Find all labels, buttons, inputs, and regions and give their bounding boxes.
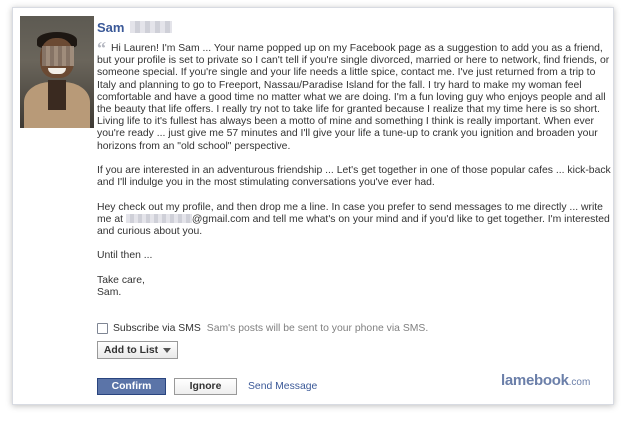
- message-paragraph-contact: Hey check out my profile, and then drop …: [97, 202, 612, 239]
- email-censor: [125, 213, 192, 223]
- message-paragraph: Until then ...: [97, 250, 153, 262]
- add-to-list-button[interactable]: Add to List: [97, 341, 178, 359]
- send-message-link[interactable]: Send Message: [248, 381, 317, 392]
- friend-request-card: Sam “ Hi Lauren! I'm Sam ... Your name p…: [12, 7, 614, 405]
- message-paragraph: Hi Lauren! I'm Sam ... Your name popped …: [97, 43, 610, 152]
- message-signature: Sam.: [97, 287, 122, 298]
- request-actions: Confirm Ignore Send Message: [97, 377, 317, 395]
- sms-subscribe-row: Subscribe via SMS Sam's posts will be se…: [97, 321, 428, 335]
- confirm-button[interactable]: Confirm: [97, 377, 166, 395]
- brand-name: lamebook: [501, 372, 569, 389]
- message-paragraph: If you are interested in an adventurous …: [97, 165, 611, 189]
- sender-name-row: Sam: [97, 19, 173, 35]
- chevron-down-icon: [163, 347, 172, 353]
- photo-shirt: [48, 80, 66, 110]
- sms-checkbox[interactable]: [97, 322, 108, 334]
- profile-photo[interactable]: [20, 16, 94, 128]
- surname-censor: [130, 21, 173, 33]
- sms-label[interactable]: Subscribe via SMS: [113, 323, 201, 334]
- message-body: Hi Lauren! I'm Sam ... Your name popped …: [97, 43, 612, 311]
- sender-name-link[interactable]: Sam: [97, 20, 124, 35]
- brand-domain: .com: [568, 377, 591, 388]
- message-signoff: Take care,: [97, 274, 145, 286]
- sms-note: Sam's posts will be sent to your phone v…: [206, 322, 429, 334]
- photo-censor-blur: [42, 46, 74, 66]
- lamebook-logo: lamebook.com: [501, 372, 590, 389]
- ignore-button[interactable]: Ignore: [174, 377, 237, 395]
- add-to-list-label: Add to List: [103, 344, 159, 356]
